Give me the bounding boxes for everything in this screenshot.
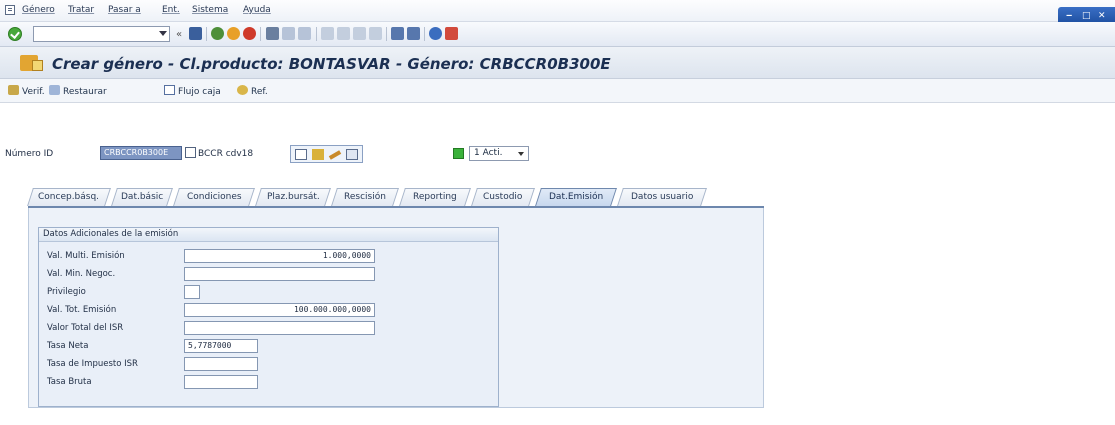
product-icon <box>20 55 43 71</box>
system-menu-icon[interactable] <box>5 5 15 15</box>
flujo-caja-button[interactable]: Flujo caja <box>164 85 221 97</box>
back-icon[interactable] <box>211 27 224 40</box>
verif-button[interactable]: Verif. <box>8 85 45 97</box>
customize-layout-icon[interactable] <box>445 27 458 40</box>
tab-plaz-bursat[interactable]: Plaz.bursát. <box>255 188 331 206</box>
numero-label: Número ID <box>5 149 54 159</box>
new-session-icon[interactable] <box>391 27 404 40</box>
maximize-icon[interactable]: □ <box>1082 11 1091 21</box>
minimize-icon[interactable]: ‒ <box>1066 11 1072 21</box>
new-document-icon[interactable] <box>295 149 307 160</box>
previous-page-icon[interactable] <box>337 27 350 40</box>
find-next-icon[interactable] <box>298 27 311 40</box>
menu-ayuda[interactable]: Ayuda <box>243 5 271 15</box>
field-label-tasa-bruta: Tasa Bruta <box>47 377 92 387</box>
chevron-down-icon[interactable] <box>159 31 167 36</box>
copy-icon[interactable] <box>312 149 324 160</box>
field-label-privilegio: Privilegio <box>47 287 86 297</box>
val-tot-emision-field[interactable]: 100.000.000,0000 <box>184 303 375 317</box>
application-toolbar: Verif. Restaurar Flujo caja Ref. <box>0 79 1115 103</box>
valor-total-isr-field[interactable] <box>184 321 375 335</box>
header-tools <box>290 145 363 163</box>
tab-datos-usuario[interactable]: Datos usuario <box>617 188 707 206</box>
tasa-bruta-field[interactable] <box>184 375 258 389</box>
field-label-tasa-neta: Tasa Neta <box>47 341 89 351</box>
exit-icon[interactable] <box>227 27 240 40</box>
field-label-val-tot: Val. Tot. Emisión <box>47 305 117 315</box>
edit-pencil-icon[interactable] <box>328 150 342 160</box>
help-icon[interactable] <box>429 27 442 40</box>
menu-pasar-a[interactable]: Pasar a <box>108 5 141 15</box>
menu-genero[interactable]: Género <box>22 5 55 15</box>
tab-concep-basq[interactable]: Concep.básq. <box>27 188 111 206</box>
last-page-icon[interactable] <box>369 27 382 40</box>
field-label-valor-total-isr: Valor Total del ISR <box>47 323 124 333</box>
cashflow-icon <box>164 85 175 95</box>
command-field[interactable] <box>33 26 170 42</box>
tab-condiciones[interactable]: Condiciones <box>173 188 255 206</box>
val-multi-emision-field[interactable]: 1.000,0000 <box>184 249 375 263</box>
first-page-icon[interactable] <box>321 27 334 40</box>
double-chevron-left-icon[interactable]: « <box>176 29 184 40</box>
check-icon <box>8 85 19 95</box>
field-label-val-min: Val. Min. Negoc. <box>47 269 116 279</box>
close-icon[interactable]: ✕ <box>1098 11 1106 21</box>
menu-ent[interactable]: Ent. <box>162 5 180 15</box>
page-title: Crear género - Cl.producto: BONTASVAR - … <box>52 55 611 73</box>
tab-dat-emision[interactable]: Dat.Emisión <box>535 188 617 206</box>
shortcut-icon[interactable] <box>407 27 420 40</box>
enter-check-icon[interactable] <box>8 27 22 41</box>
val-min-negoc-field[interactable] <box>184 267 375 281</box>
menu-tratar[interactable]: Tratar <box>68 5 94 15</box>
numero-field[interactable]: CRBCCR0B300E <box>100 146 182 160</box>
display-icon[interactable] <box>346 149 358 160</box>
save-icon[interactable] <box>189 27 202 40</box>
tab-reporting[interactable]: Reporting <box>399 188 471 206</box>
restore-icon <box>49 85 60 95</box>
privilegio-checkbox[interactable] <box>184 285 200 299</box>
group-title: Datos Adicionales de la emisión <box>39 228 498 242</box>
tasa-neta-field[interactable]: 5,7787000 <box>184 339 258 353</box>
field-label-val-multi: Val. Multi. Emisión <box>47 251 125 261</box>
command-input[interactable] <box>34 27 154 41</box>
tab-dat-basic[interactable]: Dat.básic <box>111 188 173 206</box>
reference-icon <box>237 85 248 95</box>
find-icon[interactable] <box>282 27 295 40</box>
tasa-impuesto-isr-field[interactable] <box>184 357 258 371</box>
print-icon[interactable] <box>266 27 279 40</box>
tab-rescision[interactable]: Rescisión <box>331 188 399 206</box>
standard-toolbar: « <box>0 22 1115 47</box>
next-page-icon[interactable] <box>353 27 366 40</box>
status-indicator-icon <box>453 148 464 159</box>
ref-button[interactable]: Ref. <box>237 85 268 97</box>
document-icon[interactable] <box>185 147 196 158</box>
title-bar: Crear género - Cl.producto: BONTASVAR - … <box>0 47 1115 79</box>
bccr-label: BCCR cdv18 <box>198 149 254 159</box>
menu-sistema[interactable]: Sistema <box>192 5 228 15</box>
menu-bar: Género Tratar Pasar a Ent. Sistema Ayuda <box>0 0 1115 22</box>
activity-select[interactable]: 1 Acti. <box>469 146 529 161</box>
tab-custodio[interactable]: Custodio <box>471 188 535 206</box>
cancel-icon[interactable] <box>243 27 256 40</box>
field-label-tasa-impuesto-isr: Tasa de Impuesto ISR <box>47 359 138 369</box>
restaurar-button[interactable]: Restaurar <box>49 85 107 97</box>
